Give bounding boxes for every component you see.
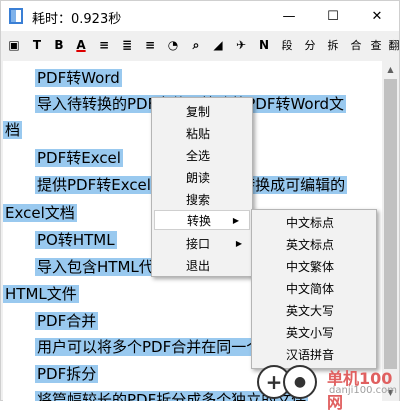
submenu-arrow-icon: ▶ (235, 238, 242, 248)
maximize-button[interactable]: ☐ (311, 1, 355, 31)
content-line: PO转HTML (35, 231, 117, 249)
menu-item-paste[interactable]: 粘贴 (152, 123, 252, 143)
align-center-icon[interactable]: ≣ (118, 35, 136, 55)
close-button[interactable]: ✕ (355, 1, 399, 31)
submenu-arrow-icon: ▶ (232, 215, 239, 225)
content-line: Excel文档 (3, 204, 77, 222)
app-window: 耗时：0.923秒 — ☐ ✕ ▣ T B A ≡ ≣ ≡ ◔ ⌕ ◢ ✈ N … (0, 0, 400, 412)
translate-button[interactable]: 翻 (385, 35, 400, 55)
search-icon[interactable]: ⌕ (187, 35, 205, 55)
merge-button[interactable]: 合 (347, 35, 365, 55)
segment-button[interactable]: 段 (278, 35, 296, 55)
font-color-icon[interactable]: A (72, 35, 90, 55)
submenu-item-traditional[interactable]: 中文繁体 (252, 256, 376, 276)
menu-item-select-all[interactable]: 全选 (152, 145, 252, 165)
watermark-site: danji100.com (329, 385, 397, 396)
submenu-item-uppercase[interactable]: 英文大写 (252, 300, 376, 320)
submenu-item-en-punct[interactable]: 英文标点 (252, 234, 376, 254)
split-button[interactable]: 拆 (324, 35, 342, 55)
context-menu: 复制 粘贴 全选 朗读 搜索 转换 ▶ 接口 ▶ 退出 (151, 97, 253, 277)
n-icon[interactable]: N (255, 35, 273, 55)
menu-item-read-aloud[interactable]: 朗读 (152, 167, 252, 187)
scroll-up-icon[interactable]: ▲ (382, 61, 399, 78)
watermark-logo-dot: ● (283, 365, 317, 399)
window-title: 耗时：0.923秒 (32, 12, 122, 27)
palette-icon[interactable]: ◔ (164, 35, 182, 55)
menu-item-exit[interactable]: 退出 (152, 255, 252, 275)
submenu-item-cn-punct[interactable]: 中文标点 (252, 212, 376, 232)
scroll-thumb[interactable] (384, 79, 397, 369)
minimize-button[interactable]: — (267, 1, 311, 31)
align-right-icon[interactable]: ≡ (141, 35, 159, 55)
content-line: PDF合并 (35, 312, 99, 330)
send-icon[interactable]: ✈ (232, 35, 250, 55)
vertical-scrollbar[interactable]: ▲ ▼ (382, 61, 399, 401)
lookup-button[interactable]: 查 (367, 35, 385, 55)
submenu-item-simplified[interactable]: 中文简体 (252, 278, 376, 298)
menu-item-convert[interactable]: 转换 ▶ (154, 210, 250, 230)
app-icon (9, 8, 23, 24)
title-bar: 耗时：0.923秒 — ☐ ✕ (1, 1, 399, 31)
content-line: PDF转Excel (35, 149, 123, 167)
convert-submenu: 中文标点 英文标点 中文繁体 中文简体 英文大写 英文小写 汉语拼音 (251, 209, 377, 369)
bold-icon[interactable]: B (50, 35, 68, 55)
content-line: PDF转Word (35, 69, 122, 87)
toolbar: ▣ T B A ≡ ≣ ≡ ◔ ⌕ ◢ ✈ N 段 分 拆 合 查 翻 (1, 31, 400, 59)
menu-item-search[interactable]: 搜索 (152, 189, 252, 209)
content-line: 档 (3, 121, 23, 139)
submenu-item-lowercase[interactable]: 英文小写 (252, 322, 376, 342)
content-line: PDF拆分 (35, 365, 99, 383)
resize-icon[interactable]: ◢ (209, 35, 227, 55)
text-icon[interactable]: T (28, 35, 46, 55)
submenu-item-pinyin[interactable]: 汉语拼音 (252, 344, 376, 364)
align-left-icon[interactable]: ≡ (95, 35, 113, 55)
split-word-button[interactable]: 分 (301, 35, 319, 55)
content-line: HTML文件 (3, 285, 79, 303)
menu-item-interface[interactable]: 接口 ▶ (152, 233, 252, 253)
menu-item-copy[interactable]: 复制 (152, 101, 252, 121)
border-icon[interactable]: ▣ (5, 35, 23, 55)
